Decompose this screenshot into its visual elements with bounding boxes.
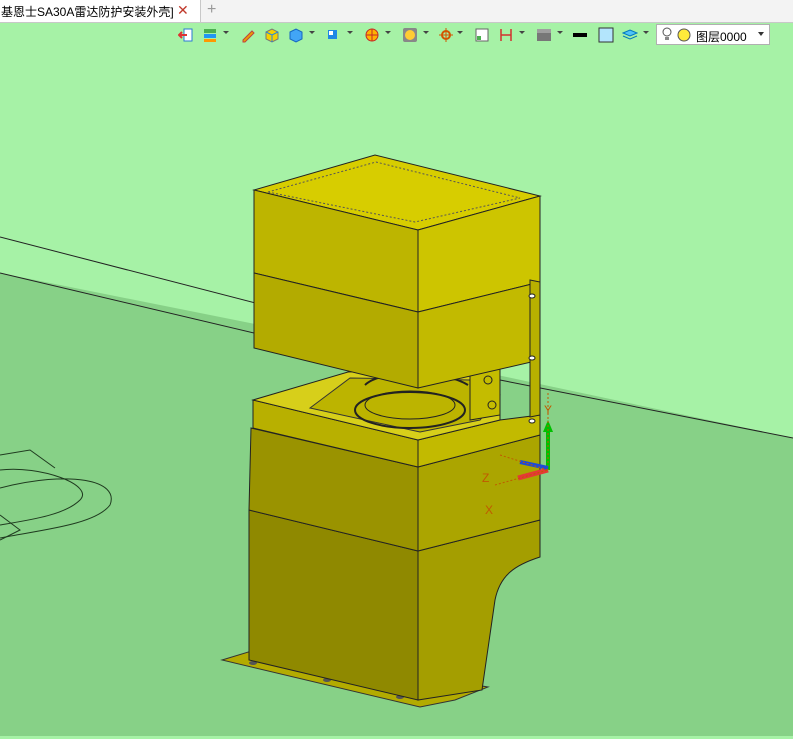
y-axis-label: Y — [544, 403, 553, 417]
document-tab[interactable]: 基恩士SA30A雷达防护安装外壳] ✕ — [0, 0, 201, 22]
close-icon[interactable]: ✕ — [177, 2, 189, 19]
x-axis-label: X — [485, 503, 494, 517]
tab-bar: 基恩士SA30A雷达防护安装外壳] ✕ + — [0, 0, 793, 23]
new-tab-icon[interactable]: + — [207, 1, 216, 19]
3d-viewport[interactable]: Y Z X — [0, 23, 793, 736]
z-axis-label: Z — [482, 471, 490, 485]
document-tab-title: 基恩士SA30A雷达防护安装外壳] — [1, 4, 174, 19]
model-scene — [0, 154, 793, 736]
sensor-bracket — [469, 367, 501, 421]
